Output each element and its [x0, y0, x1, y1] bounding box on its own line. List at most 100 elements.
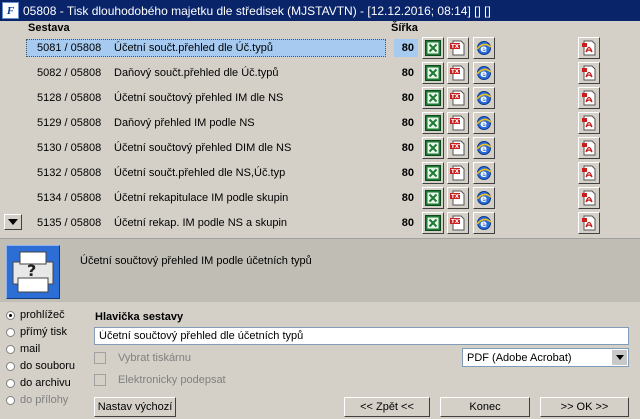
excel-export-icon[interactable]: [422, 37, 444, 59]
radio-dot[interactable]: [6, 378, 15, 388]
txt-export-icon[interactable]: TXT: [447, 87, 469, 109]
internet-explorer-icon[interactable]: e: [473, 187, 495, 209]
report-code: 5128 / 05808: [37, 92, 102, 104]
chevron-down-icon[interactable]: [612, 350, 627, 365]
report-row[interactable]: 5129 / 05808 Daňový přehled IM podle NS 80…: [0, 111, 640, 136]
excel-export-icon[interactable]: [422, 137, 444, 159]
column-header-row: Sestava Šířka: [0, 22, 640, 36]
pdf-export-icon[interactable]: [578, 62, 600, 84]
output-radio[interactable]: do přílohy: [6, 393, 68, 407]
checkbox-box[interactable]: [94, 352, 106, 364]
pdf-export-icon[interactable]: [578, 37, 600, 59]
output-radio-label: do archivu: [20, 377, 71, 389]
printer-select[interactable]: PDF (Adobe Acrobat): [462, 348, 629, 367]
report-code: 5129 / 05808: [37, 117, 102, 129]
excel-export-icon[interactable]: [422, 187, 444, 209]
internet-explorer-icon[interactable]: e: [473, 87, 495, 109]
back-button[interactable]: << Zpět <<: [344, 397, 430, 417]
report-width: 80: [401, 42, 414, 54]
internet-explorer-icon[interactable]: e: [473, 212, 495, 234]
internet-explorer-icon[interactable]: e: [473, 62, 495, 84]
radio-dot[interactable]: [6, 344, 15, 354]
svg-text:TXT: TXT: [451, 94, 463, 100]
pdf-export-icon[interactable]: [578, 187, 600, 209]
svg-text:TXT: TXT: [451, 169, 463, 175]
report-code: 5081 / 05808: [37, 42, 102, 54]
pdf-export-icon[interactable]: [578, 137, 600, 159]
select-printer-checkbox[interactable]: Vybrat tiskárnu: [94, 351, 191, 365]
report-row[interactable]: 5081 / 05808 Účetní součt.přehled dle Úč.…: [0, 36, 640, 61]
report-row[interactable]: 5132 / 05808 Účetní součt.přehled dle NS,…: [0, 161, 640, 186]
output-radio-label: přímý tisk: [20, 326, 68, 338]
excel-export-icon[interactable]: [422, 87, 444, 109]
output-radio[interactable]: přímý tisk: [6, 325, 67, 339]
report-row[interactable]: 5134 / 05808 Účetní rekapitulace IM podle…: [0, 186, 640, 211]
report-code: 5135 / 05808: [37, 217, 102, 229]
radio-dot[interactable]: [6, 395, 15, 405]
report-row[interactable]: 5082 / 05808 Daňový součt.přehled dle Úč.…: [0, 61, 640, 86]
report-width: 80: [401, 117, 414, 129]
select-printer-label: Vybrat tiskárnu: [118, 352, 191, 364]
txt-export-icon[interactable]: TXT: [447, 112, 469, 134]
txt-export-icon[interactable]: TXT: [447, 162, 469, 184]
output-radio[interactable]: prohlížeč: [6, 308, 65, 322]
output-radio-label: do souboru: [20, 360, 76, 372]
internet-explorer-icon[interactable]: e: [473, 37, 495, 59]
pdf-export-icon[interactable]: [578, 87, 600, 109]
checkbox-box[interactable]: [94, 374, 106, 386]
pdf-export-icon[interactable]: [578, 112, 600, 134]
window-title: 05808 - Tisk dlouhodobého majetku dle st…: [23, 3, 491, 18]
excel-export-icon[interactable]: [422, 162, 444, 184]
internet-explorer-icon[interactable]: e: [473, 137, 495, 159]
output-radio[interactable]: mail: [6, 342, 40, 356]
internet-explorer-icon[interactable]: e: [473, 162, 495, 184]
report-code: 5082 / 05808: [37, 67, 102, 79]
radio-dot[interactable]: [6, 361, 15, 371]
report-row[interactable]: 5135 / 05808 Účetní rekap. IM podle NS a …: [0, 211, 640, 236]
output-radio-label: do přílohy: [20, 394, 69, 406]
svg-text:?: ?: [27, 261, 36, 280]
pdf-export-icon[interactable]: [578, 162, 600, 184]
internet-explorer-icon[interactable]: e: [473, 112, 495, 134]
report-row[interactable]: 5130 / 05808 Účetní součtový přehled DIM …: [0, 136, 640, 161]
radio-dot[interactable]: [6, 327, 15, 337]
radio-dot[interactable]: [6, 310, 15, 320]
printer-icon[interactable]: ?: [6, 245, 60, 299]
output-radio[interactable]: do archivu: [6, 376, 71, 390]
report-name: Daňový přehled IM podle NS: [114, 117, 255, 129]
txt-export-icon[interactable]: TXT: [447, 212, 469, 234]
output-radio-label: prohlížeč: [20, 309, 65, 321]
default-settings-button[interactable]: Nastav výchozí: [94, 397, 176, 417]
svg-text:TXT: TXT: [451, 144, 463, 150]
column-header-sestava: Sestava: [28, 22, 70, 34]
electronic-signature-checkbox[interactable]: Elektronicky podepsat: [94, 373, 226, 387]
report-width: 80: [401, 167, 414, 179]
report-name: Daňový součt.přehled dle Úč.typů: [114, 67, 279, 79]
pdf-export-icon[interactable]: [578, 212, 600, 234]
excel-export-icon[interactable]: [422, 62, 444, 84]
title-bar: F 05808 - Tisk dlouhodobého majetku dle …: [0, 0, 640, 21]
scroll-down-button[interactable]: [4, 214, 22, 230]
report-width: 80: [401, 92, 414, 104]
report-row[interactable]: 5128 / 05808 Účetní součtový přehled IM d…: [0, 86, 640, 111]
txt-export-icon[interactable]: TXT: [447, 62, 469, 84]
report-width: 80: [401, 192, 414, 204]
report-name: Účetní součtový přehled DIM dle NS: [114, 142, 292, 154]
description-panel: ? Účetní součtový přehled IM podle účetn…: [0, 238, 640, 302]
svg-text:TXT: TXT: [451, 44, 463, 50]
report-width: 80: [401, 142, 414, 154]
header-input[interactable]: [94, 327, 629, 345]
header-section-label: Hlavička sestavy: [95, 311, 184, 323]
txt-export-icon[interactable]: TXT: [447, 37, 469, 59]
output-radio[interactable]: do souboru: [6, 359, 75, 373]
txt-export-icon[interactable]: TXT: [447, 137, 469, 159]
excel-export-icon[interactable]: [422, 212, 444, 234]
report-code: 5132 / 05808: [37, 167, 102, 179]
end-button[interactable]: Konec: [440, 397, 530, 417]
report-name: Účetní rekap. IM podle NS a skupin: [114, 217, 288, 229]
triangle-down-icon: [8, 219, 18, 225]
txt-export-icon[interactable]: TXT: [447, 187, 469, 209]
ok-button[interactable]: >> OK >>: [540, 397, 629, 417]
excel-export-icon[interactable]: [422, 112, 444, 134]
svg-text:TXT: TXT: [451, 119, 463, 125]
